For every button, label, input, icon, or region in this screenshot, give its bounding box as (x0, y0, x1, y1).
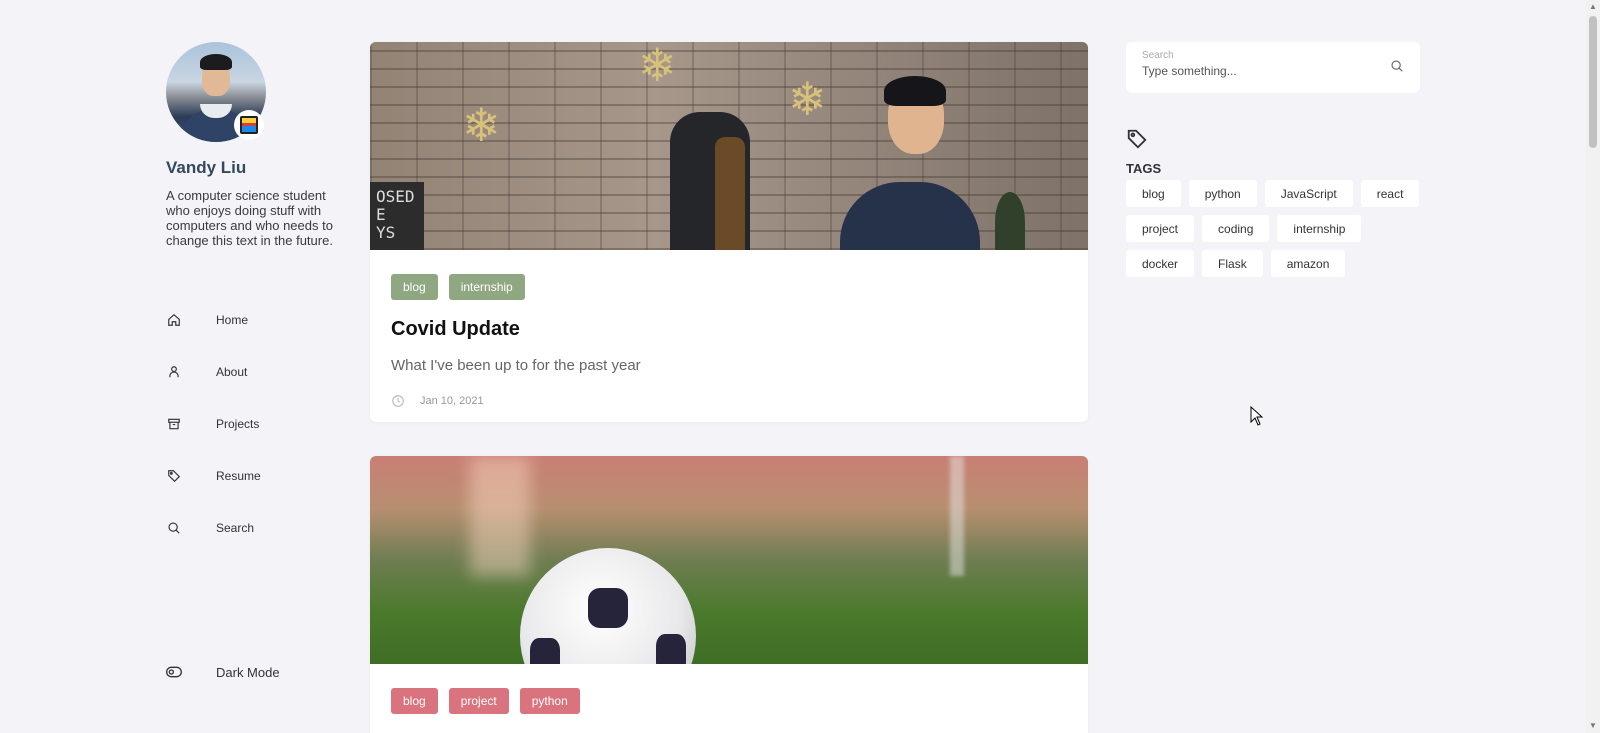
tag-cloud-item[interactable]: python (1188, 180, 1257, 207)
post-tag[interactable]: internship (448, 274, 525, 300)
dark-mode-toggle[interactable]: Dark Mode (166, 664, 280, 680)
user-icon (166, 364, 182, 380)
search-icon[interactable] (1390, 59, 1406, 75)
search-box: Search (1126, 42, 1420, 93)
nav-item-home[interactable]: Home (166, 294, 336, 346)
post-tags: blog project python (391, 688, 1067, 714)
search-input[interactable] (1142, 64, 1372, 78)
post-tag[interactable]: blog (391, 274, 438, 300)
main-nav: Home About Projects Resume Search (166, 294, 336, 554)
post-title[interactable]: Covid Update (391, 318, 1067, 341)
scroll-up-icon[interactable]: ▲ (1589, 3, 1597, 11)
post-tags: blog internship (391, 274, 1067, 300)
tag-icon (166, 468, 182, 484)
post-tag[interactable]: blog (391, 688, 438, 714)
profile-name: Vandy Liu (166, 158, 247, 177)
clock-icon (391, 394, 405, 408)
post-tag[interactable]: project (448, 688, 509, 714)
nav-item-label: Home (216, 313, 249, 327)
tag-cloud-item[interactable]: react (1360, 180, 1420, 207)
sidebar: Vandy Liu A computer science student who… (166, 42, 336, 554)
tag-cloud-item[interactable]: project (1126, 215, 1195, 242)
post-card[interactable]: ❄ ❄ ❄ OSED E YS blog internship Covid Up… (370, 42, 1088, 422)
toggle-icon (166, 664, 182, 680)
dark-mode-label: Dark Mode (216, 664, 280, 680)
tags-title: TAGS (1126, 161, 1162, 176)
tag-cloud-item[interactable]: Flask (1202, 250, 1263, 277)
nav-item-projects[interactable]: Projects (166, 398, 336, 450)
tag-cloud-item[interactable]: docker (1126, 250, 1195, 277)
home-icon (166, 312, 182, 328)
mouse-cursor-icon (1250, 405, 1264, 426)
tags-header: TAGS (1126, 128, 1161, 176)
nav-item-label: Projects (216, 417, 260, 431)
hero-sign-text: OSED E YS (370, 182, 424, 250)
scroll-thumb[interactable] (1589, 16, 1597, 148)
nav-item-label: About (216, 365, 248, 379)
page-scrollbar[interactable]: ▲ ▼ (1586, 0, 1600, 733)
nav-item-resume[interactable]: Resume (166, 450, 336, 502)
post-tag[interactable]: python (519, 688, 580, 714)
tag-cloud-item[interactable]: amazon (1270, 250, 1346, 277)
post-date: Jan 10, 2021 (420, 395, 484, 407)
tag-cloud-item[interactable]: blog (1126, 180, 1181, 207)
tag-cloud-item[interactable]: coding (1202, 215, 1270, 242)
avatar-container (166, 42, 266, 142)
tag-icon (1126, 129, 1148, 154)
post-hero-image[interactable]: ❄ ❄ ❄ OSED E YS (370, 42, 1088, 250)
tag-cloud: blog python JavaScript react project cod… (1126, 180, 1426, 277)
tag-cloud-item[interactable]: JavaScript (1264, 180, 1353, 207)
nav-item-label: Search (216, 521, 255, 535)
tag-cloud-item[interactable]: internship (1277, 215, 1362, 242)
archive-icon (166, 416, 182, 432)
avatar-badge-icon (234, 110, 264, 140)
nav-item-search[interactable]: Search (166, 502, 336, 554)
nav-item-about[interactable]: About (166, 346, 336, 398)
search-label: Search (1142, 50, 1174, 61)
post-subtitle: What I've been up to for the past year (391, 357, 641, 374)
post-meta: Jan 10, 2021 (391, 394, 1067, 408)
post-hero-image[interactable] (370, 456, 1088, 664)
scroll-down-icon[interactable]: ▼ (1589, 722, 1597, 730)
profile-bio: A computer science student who enjoys do… (166, 188, 333, 248)
post-card[interactable]: blog project python (370, 456, 1088, 733)
nav-item-label: Resume (216, 469, 261, 483)
search-icon (166, 520, 182, 536)
